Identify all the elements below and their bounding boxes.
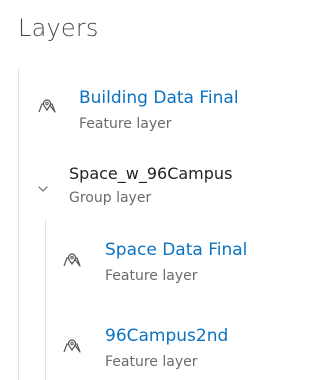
layer-type: Feature layer — [105, 354, 198, 370]
map-pin-icon — [63, 339, 81, 353]
layer-item-96campus2nd[interactable]: 96Campus2nd Feature layer — [0, 324, 306, 376]
layer-title[interactable]: Space Data Final — [105, 240, 247, 260]
layer-title[interactable]: Building Data Final — [79, 88, 239, 108]
layer-item-building-data-final[interactable]: Building Data Final Feature layer — [0, 84, 306, 136]
map-pin-icon — [63, 253, 81, 267]
layer-item-space-data-final[interactable]: Space Data Final Feature layer — [0, 238, 306, 290]
group-type: Group layer — [69, 190, 152, 206]
group-title: Space_w_96Campus — [69, 164, 233, 183]
chevron-down-icon[interactable] — [37, 185, 49, 193]
layers-panel: Layers Building Data Final Feature layer… — [0, 0, 306, 380]
map-pin-icon — [38, 99, 56, 113]
panel-title: Layers — [18, 14, 99, 42]
layer-title[interactable]: 96Campus2nd — [105, 326, 228, 346]
layer-type: Feature layer — [79, 116, 172, 132]
layer-type: Feature layer — [105, 268, 198, 284]
group-item-space-w-96campus[interactable]: Space_w_96Campus Group layer — [0, 164, 306, 212]
